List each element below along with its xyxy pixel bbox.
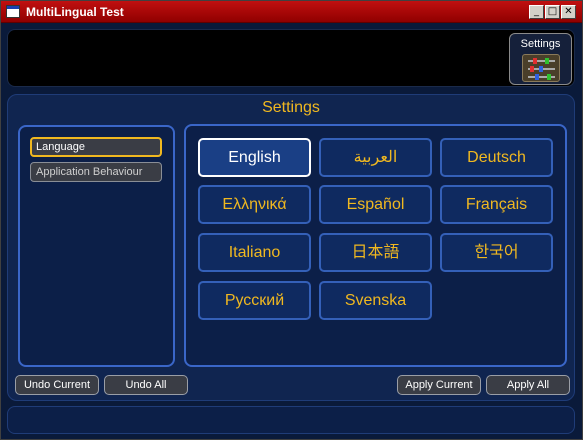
- nav-item-application-behaviour[interactable]: Application Behaviour: [30, 162, 162, 182]
- lang-button-japanese[interactable]: 日本語: [319, 233, 432, 272]
- settings-button[interactable]: Settings: [509, 33, 572, 85]
- app-window-icon: [6, 5, 20, 18]
- undo-current-button[interactable]: Undo Current: [15, 375, 99, 395]
- lang-button-italian[interactable]: Italiano: [198, 233, 311, 272]
- top-bar: [7, 29, 575, 87]
- lang-button-english[interactable]: English: [198, 138, 311, 177]
- minimize-button[interactable]: _: [529, 5, 544, 19]
- apply-all-button[interactable]: Apply All: [486, 375, 570, 395]
- close-button[interactable]: ✕: [561, 5, 576, 19]
- window-title: MultiLingual Test: [26, 5, 124, 19]
- panel-title: Settings: [262, 99, 320, 116]
- settings-button-label: Settings: [520, 38, 561, 50]
- lang-button-arabic[interactable]: العربية: [319, 138, 432, 177]
- sliders-icon: [522, 54, 560, 82]
- lang-button-french[interactable]: Français: [440, 185, 553, 224]
- app-window: MultiLingual Test _ □ ✕ Settings Setting…: [0, 0, 583, 440]
- status-bar: [7, 406, 575, 434]
- undo-all-button[interactable]: Undo All: [104, 375, 188, 395]
- lang-button-russian[interactable]: Русский: [198, 281, 311, 320]
- lang-button-german[interactable]: Deutsch: [440, 138, 553, 177]
- title-bar[interactable]: MultiLingual Test _ □ ✕: [1, 1, 582, 23]
- maximize-button[interactable]: □: [545, 5, 560, 19]
- lang-button-spanish[interactable]: Español: [319, 185, 432, 224]
- nav-item-language[interactable]: Language: [30, 137, 162, 157]
- lang-button-greek[interactable]: Ελληνικά: [198, 185, 311, 224]
- lang-button-swedish[interactable]: Svenska: [319, 281, 432, 320]
- lang-button-korean[interactable]: 한국어: [440, 233, 553, 272]
- apply-current-button[interactable]: Apply Current: [397, 375, 481, 395]
